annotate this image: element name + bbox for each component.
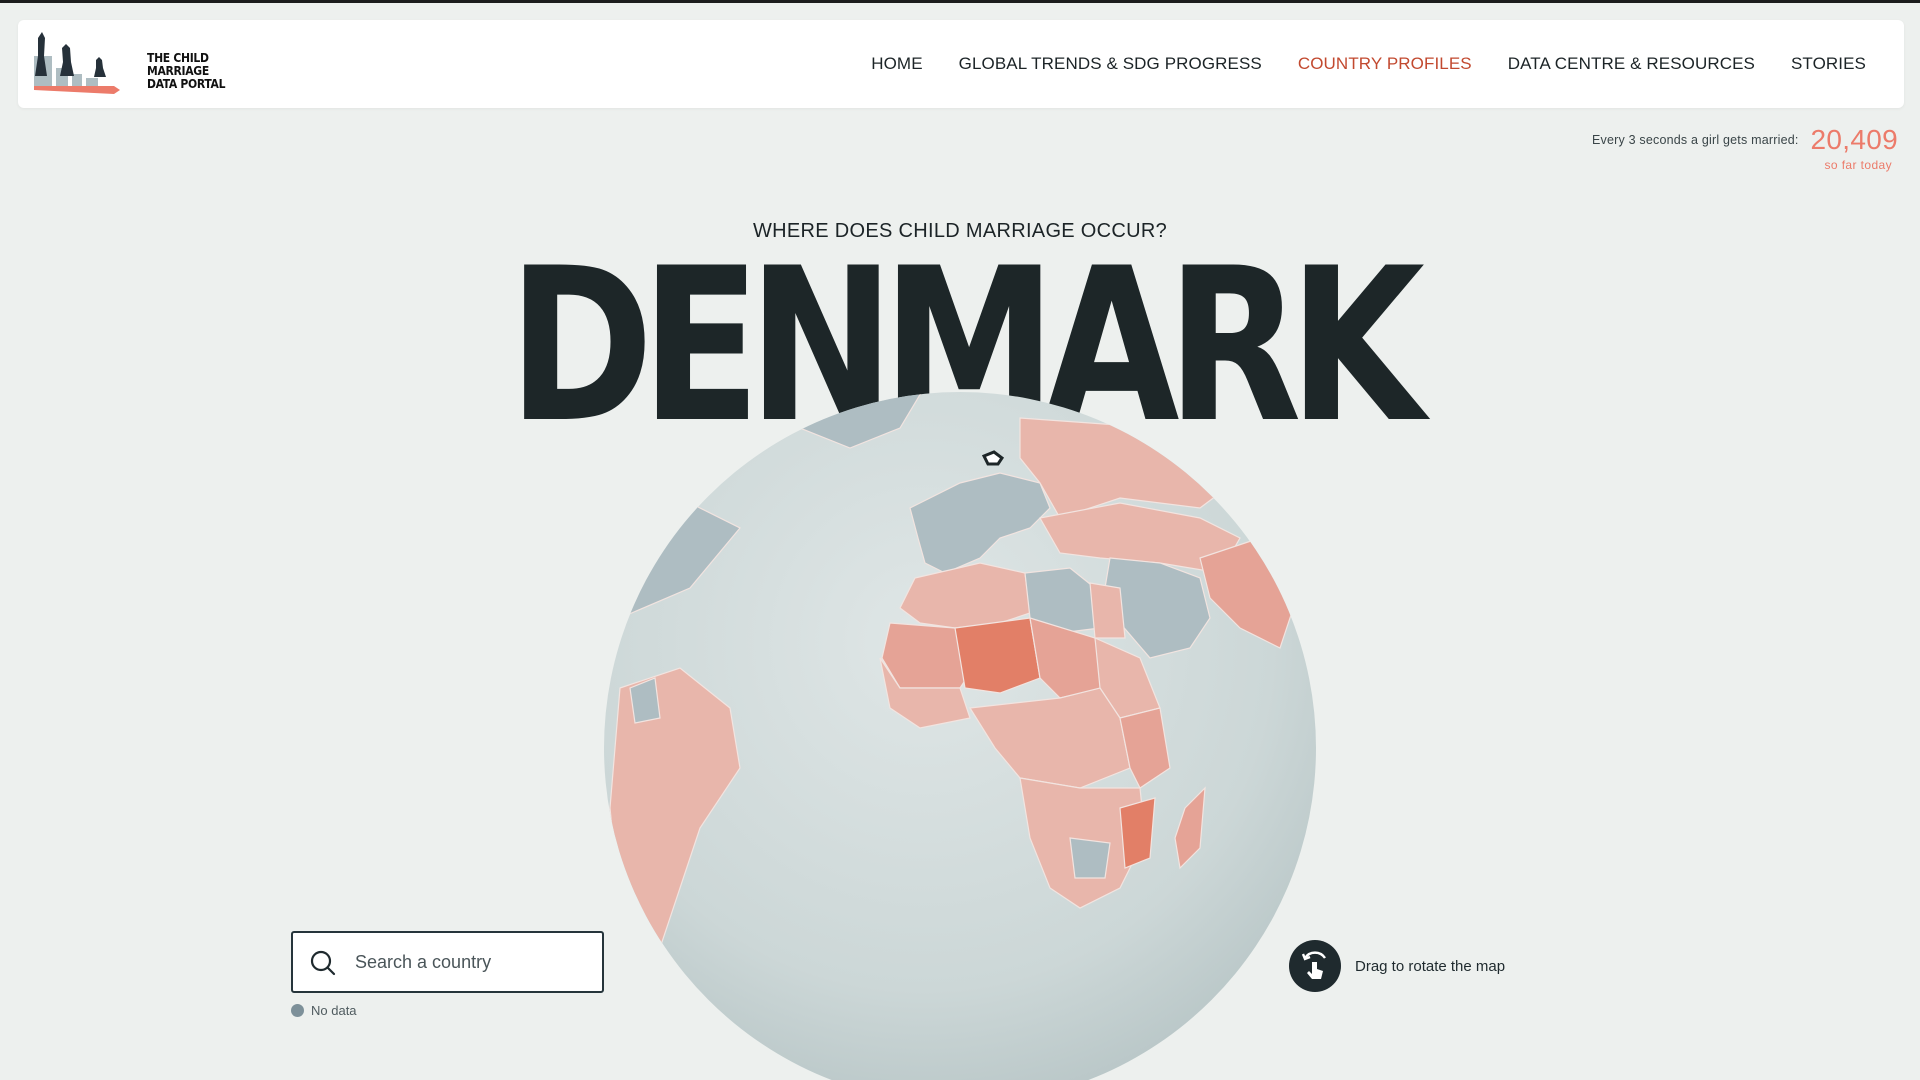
no-data-swatch xyxy=(291,1004,304,1017)
drag-hint: Drag to rotate the map xyxy=(1289,940,1505,992)
region-egypt[interactable] xyxy=(1089,582,1126,639)
no-data-label: No data xyxy=(311,1003,357,1018)
region-mozambique[interactable] xyxy=(1119,797,1156,869)
counter-label: Every 3 seconds a girl gets married: xyxy=(1591,133,1799,147)
country-search[interactable] xyxy=(291,931,604,993)
map-legend: No data xyxy=(291,1003,357,1018)
search-input[interactable] xyxy=(355,947,585,977)
region-botswana[interactable] xyxy=(1069,837,1111,879)
logo-text: THE CHILD MARRIAGE DATA PORTAL xyxy=(147,51,226,91)
drag-hint-label: Drag to rotate the map xyxy=(1355,957,1506,975)
site-logo[interactable]: THE CHILD MARRIAGE DATA PORTAL xyxy=(34,30,225,100)
counter-sub: so far today xyxy=(1824,158,1892,172)
logo-figures-icon xyxy=(34,32,120,94)
globe-map[interactable] xyxy=(600,388,1320,1080)
rotate-hand-icon xyxy=(1289,940,1341,992)
region-niger[interactable] xyxy=(954,617,1041,694)
counter-value: 20,409 xyxy=(1810,124,1898,155)
search-icon xyxy=(310,950,336,976)
nav-country-profiles[interactable]: COUNTRY PROFILES xyxy=(1298,54,1472,74)
site-header: THE CHILD MARRIAGE DATA PORTAL HOME GLOB… xyxy=(18,20,1904,108)
main-nav: HOME GLOBAL TRENDS & SDG PROGRESS COUNTR… xyxy=(871,20,1866,108)
nav-global-trends[interactable]: GLOBAL TRENDS & SDG PROGRESS xyxy=(959,54,1262,74)
nav-home[interactable]: HOME xyxy=(871,54,922,74)
nav-stories[interactable]: STORIES xyxy=(1791,54,1866,74)
top-border xyxy=(0,0,1920,3)
nav-data-centre[interactable]: DATA CENTRE & RESOURCES xyxy=(1508,54,1755,74)
marriage-counter: Every 3 seconds a girl gets married: 20,4… xyxy=(1592,124,1898,172)
